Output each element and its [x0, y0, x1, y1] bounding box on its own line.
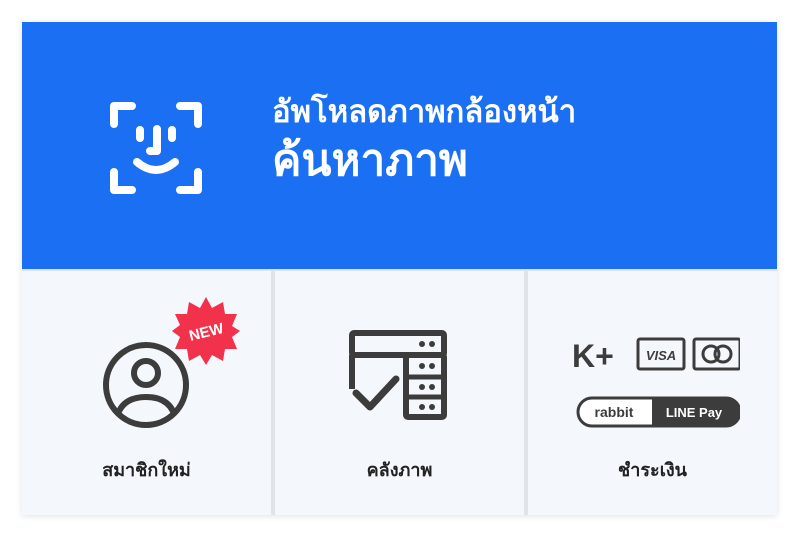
svg-text:LINE Pay: LINE Pay	[666, 405, 723, 420]
quick-menu: NEW สมาชิกใหม่ คลังภาพ K+ VISA rabbit LI…	[22, 269, 777, 515]
hero-text: อัพโหลดภาพกล้องหน้า ค้นหาภาพ	[272, 92, 576, 190]
visa-logo: VISA	[636, 337, 686, 371]
new-badge-icon: NEW	[172, 297, 240, 365]
tile-payment-label: ชำระเงิน	[618, 460, 687, 481]
tile-new-member[interactable]: NEW สมาชิกใหม่	[22, 271, 271, 515]
face-scan-icon	[110, 102, 202, 194]
storage-check-icon	[349, 330, 447, 420]
svg-text:K+: K+	[572, 338, 614, 374]
kplus-logo: K+	[572, 338, 614, 374]
upload-card: อัพโหลดภาพกล้องหน้า ค้นหาภาพ NEW สมาชิกใ…	[22, 22, 777, 515]
tile-payment[interactable]: K+ VISA rabbit LINE Pay ชำระเงิน	[528, 271, 777, 515]
svg-text:rabbit: rabbit	[595, 404, 634, 420]
tile-gallery-label: คลังภาพ	[366, 460, 433, 481]
mastercard-logo	[692, 337, 740, 371]
hero-title: ค้นหาภาพ	[272, 135, 468, 186]
tile-new-member-label: สมาชิกใหม่	[102, 460, 191, 481]
rabbit-linepay-logo: rabbit LINE Pay	[576, 396, 740, 428]
face-search-banner[interactable]: อัพโหลดภาพกล้องหน้า ค้นหาภาพ	[22, 22, 777, 269]
payment-methods-icon: K+ VISA rabbit LINE Pay	[572, 337, 740, 428]
hero-subtitle: อัพโหลดภาพกล้องหน้า	[272, 94, 577, 130]
svg-text:VISA: VISA	[646, 348, 676, 363]
tile-gallery[interactable]: คลังภาพ	[275, 271, 524, 515]
